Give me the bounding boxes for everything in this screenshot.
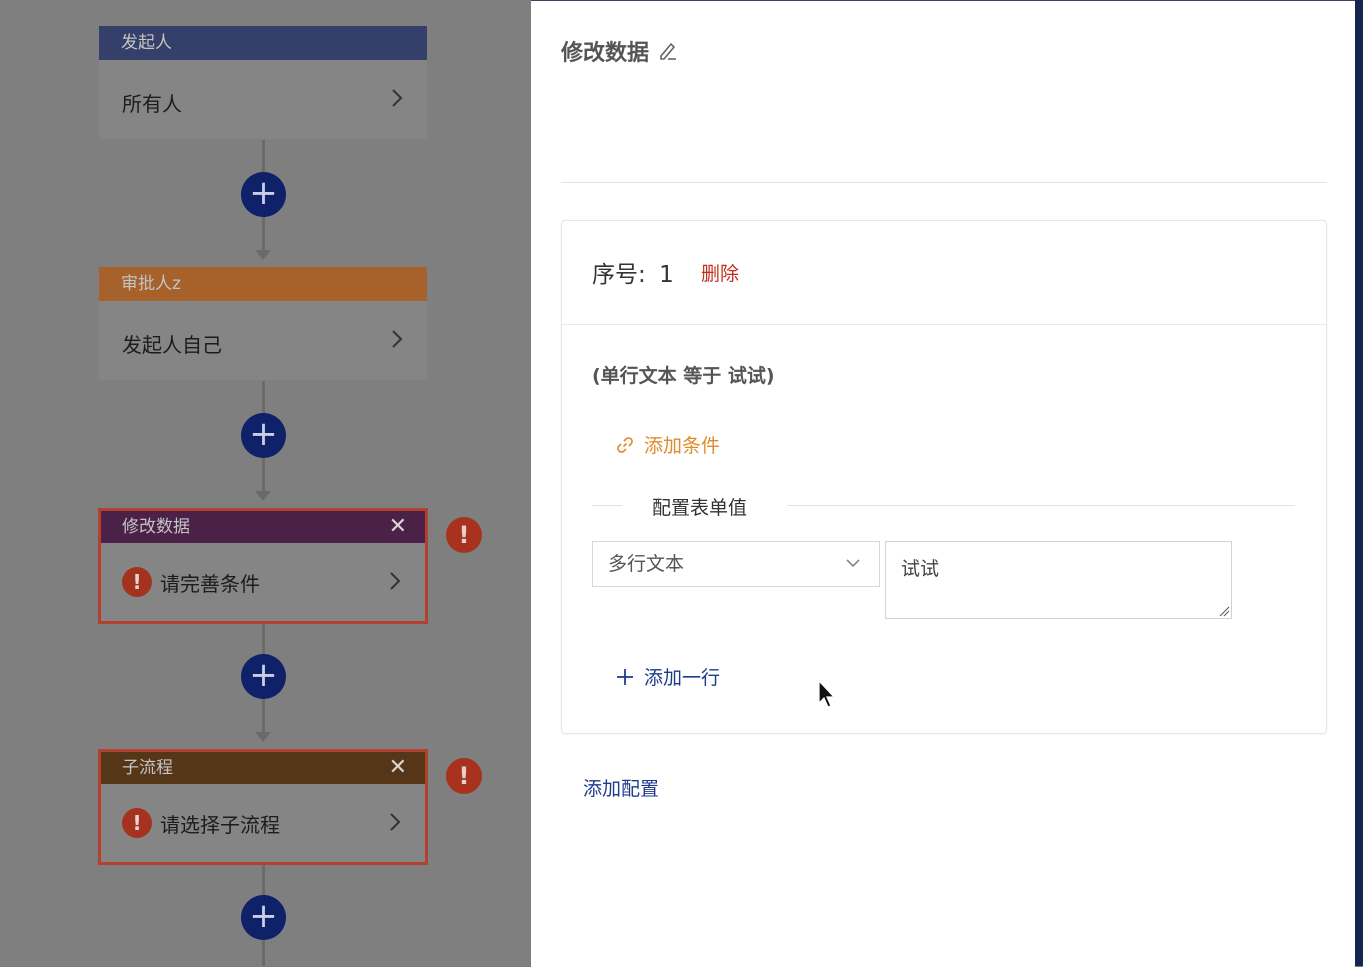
section-divider-right [787,505,1295,506]
field-select[interactable]: 多行文本 [592,541,880,587]
node-body-text: 发起人自己 [122,333,222,357]
node-header-text: 子流程 [122,758,173,778]
error-icon: ! [122,567,152,597]
node-error-line: ! 请选择子流程 [122,808,280,838]
node-header: 修改数据 ✕ [101,511,425,543]
chevron-right-icon [390,572,401,590]
chevron-right-icon [392,89,403,107]
error-icon: ! [122,808,152,838]
node-body[interactable]: 发起人自己 [99,301,427,380]
edit-pencil-icon[interactable] [657,40,679,62]
add-row-button[interactable]: 添加一行 [616,663,720,690]
sequence-value: 1 [659,262,674,288]
add-node-button[interactable]: + [241,413,286,458]
node-warning-icon: ! [446,517,482,553]
node-header: 审批人z [99,267,427,301]
add-row-label: 添加一行 [644,667,721,689]
section-title: 配置表单值 [652,497,748,519]
mouse-cursor-icon [818,679,836,708]
chevron-right-icon [392,330,403,348]
field-value-textarea[interactable]: 试试 [885,541,1232,619]
flow-node-initiator[interactable]: 发起人 所有人 [99,26,427,139]
config-card: 序号: 1 删除 (单行文本 等于 试试) 添加条件 配置表单值 多行文本 试试 [561,220,1327,734]
node-body[interactable]: 所有人 [99,60,427,139]
link-icon [617,436,633,453]
card-header: 序号: 1 删除 [562,221,1326,325]
flow-node-approver[interactable]: 审批人z 发起人自己 [99,267,427,380]
add-condition-label: 添加条件 [644,435,721,457]
section-divider-left [592,505,622,506]
drawer-title-text: 修改数据 [561,41,650,66]
title-divider [561,182,1327,183]
node-body-text: 所有人 [122,92,182,116]
sequence-label-text: 序号: [592,262,646,288]
connector-arrow [255,732,271,742]
condition-summary: (单行文本 等于 试试) [592,365,775,387]
drawer-title: 修改数据 [561,35,679,67]
window-edge [1355,0,1363,966]
node-header: 发起人 [99,26,427,60]
node-header: 子流程 ✕ [101,752,425,784]
node-body[interactable]: ! 请完善条件 [101,543,425,621]
node-body-text: 请完善条件 [160,571,260,596]
plus-icon [617,668,633,685]
chevron-down-icon [846,559,860,568]
flow-node-modify-data[interactable]: 修改数据 ✕ ! 请完善条件 [98,508,428,624]
node-error-line: ! 请完善条件 [122,567,260,597]
connector-arrow [255,491,271,501]
sequence-label: 序号: 1 [592,255,674,289]
resize-grip-icon[interactable] [1218,605,1230,617]
add-node-button[interactable]: + [241,172,286,217]
close-icon[interactable]: ✕ [389,752,407,784]
node-body[interactable]: ! 请选择子流程 [101,784,425,862]
add-config-link[interactable]: 添加配置 [583,774,659,801]
node-body-text: 请选择子流程 [160,812,280,837]
add-node-button[interactable]: + [241,895,286,940]
add-condition-button[interactable]: 添加条件 [616,431,720,458]
delete-link[interactable]: 删除 [701,259,739,286]
node-header-text: 修改数据 [122,517,190,537]
flow-canvas: + + + + 发起人 所有人 审批人z 发起人自己 修改数据 ✕ ! 请完善条… [0,0,531,966]
add-node-button[interactable]: + [241,654,286,699]
close-icon[interactable]: ✕ [389,511,407,543]
node-warning-icon: ! [446,758,482,794]
chevron-right-icon [390,813,401,831]
connector-arrow [255,250,271,260]
edit-drawer: 修改数据 序号: 1 删除 (单行文本 等于 试试) 添加条件 配置表单值 多行… [531,0,1355,967]
flow-node-subprocess[interactable]: 子流程 ✕ ! 请选择子流程 [98,749,428,865]
field-select-value: 多行文本 [608,553,685,575]
